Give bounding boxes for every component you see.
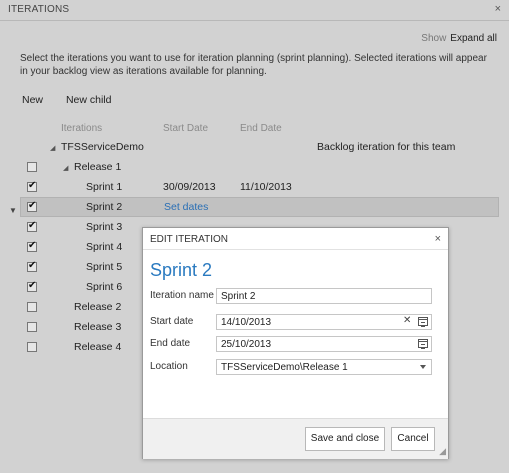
chevron-down-icon[interactable] bbox=[420, 365, 426, 369]
calendar-icon[interactable] bbox=[418, 339, 428, 349]
start-date-input[interactable]: 14/10/2013 ✕ bbox=[216, 314, 432, 330]
iteration-checkbox[interactable] bbox=[27, 200, 37, 212]
location-select[interactable]: TFSServiceDemo\Release 1 bbox=[216, 359, 432, 375]
panel-title: ITERATIONS bbox=[8, 4, 70, 15]
iteration-name-value: Sprint 2 bbox=[221, 291, 256, 302]
new-child-button[interactable]: New child bbox=[66, 94, 112, 106]
expand-triangle-icon[interactable]: ◢ bbox=[50, 144, 55, 152]
iteration-name-input[interactable]: Sprint 2 bbox=[216, 288, 432, 304]
cancel-button[interactable]: Cancel bbox=[391, 427, 435, 451]
location-label: Location bbox=[150, 361, 188, 372]
dialog-heading: Sprint 2 bbox=[150, 260, 213, 280]
root-note: Backlog iteration for this team bbox=[317, 141, 456, 153]
start-date-value: 14/10/2013 bbox=[221, 317, 272, 328]
iteration-checkbox[interactable] bbox=[27, 220, 37, 232]
iteration-checkbox[interactable] bbox=[27, 162, 37, 172]
end-date-input[interactable]: 25/10/2013 bbox=[216, 336, 432, 352]
dialog-title: EDIT ITERATION bbox=[150, 234, 228, 245]
divider bbox=[143, 249, 448, 250]
iteration-name: Release 3 bbox=[74, 321, 122, 333]
row-pointer-icon: ▼ bbox=[9, 206, 17, 215]
dialog-footer: Save and close Cancel ◢ bbox=[143, 418, 448, 459]
close-icon[interactable]: × bbox=[435, 233, 441, 245]
tree-row-selected[interactable]: Sprint 2 Set dates bbox=[20, 197, 499, 217]
calendar-icon[interactable] bbox=[418, 317, 428, 327]
iteration-checkbox[interactable] bbox=[27, 280, 37, 292]
column-header-iterations[interactable]: Iterations bbox=[61, 123, 102, 134]
close-icon[interactable]: × bbox=[495, 3, 501, 15]
new-button[interactable]: New bbox=[22, 94, 43, 106]
tree-row-root[interactable]: ◢ TFSServiceDemo Backlog iteration for t… bbox=[0, 138, 509, 158]
location-value: TFSServiceDemo\Release 1 bbox=[221, 362, 348, 373]
end-date-value: 25/10/2013 bbox=[221, 339, 272, 350]
iteration-checkbox[interactable] bbox=[27, 302, 37, 312]
title-bar: ITERATIONS × bbox=[0, 0, 509, 21]
iteration-checkbox[interactable] bbox=[27, 240, 37, 252]
iteration-start-date: 30/09/2013 bbox=[163, 181, 216, 193]
intro-text: Select the iterations you want to use fo… bbox=[20, 53, 487, 77]
start-date-label: Start date bbox=[150, 316, 194, 327]
show-filter: Show Expand all bbox=[421, 33, 497, 44]
edit-iteration-dialog: EDIT ITERATION × Sprint 2 Iteration name… bbox=[142, 227, 449, 459]
iteration-checkbox[interactable] bbox=[27, 260, 37, 272]
set-dates-link[interactable]: Set dates bbox=[164, 201, 208, 213]
iteration-checkbox[interactable] bbox=[27, 342, 37, 352]
iteration-name: Sprint 6 bbox=[86, 281, 123, 293]
iteration-name: Sprint 2 bbox=[86, 201, 123, 213]
iteration-name: Release 4 bbox=[74, 341, 122, 353]
iteration-name: Release 1 bbox=[74, 161, 122, 173]
show-label: Show bbox=[421, 33, 447, 44]
column-header-end-date[interactable]: End Date bbox=[240, 123, 282, 134]
iteration-name: Sprint 1 bbox=[86, 181, 123, 193]
iteration-name: Sprint 5 bbox=[86, 261, 123, 273]
end-date-label: End date bbox=[150, 338, 191, 349]
iteration-checkbox[interactable] bbox=[27, 322, 37, 332]
iteration-checkbox[interactable] bbox=[27, 180, 37, 192]
iteration-name: Sprint 3 bbox=[86, 221, 123, 233]
expand-triangle-icon[interactable]: ◢ bbox=[63, 164, 68, 172]
clear-icon[interactable]: ✕ bbox=[403, 315, 411, 326]
iteration-name: Sprint 4 bbox=[86, 241, 123, 253]
resize-grip-icon[interactable]: ◢ bbox=[439, 446, 446, 457]
tree-row[interactable]: Sprint 1 30/09/2013 11/10/2013 bbox=[0, 178, 509, 198]
root-label: TFSServiceDemo bbox=[61, 141, 144, 153]
column-header-start-date[interactable]: Start Date bbox=[163, 123, 208, 134]
save-and-close-button[interactable]: Save and close bbox=[305, 427, 385, 451]
iteration-end-date: 11/10/2013 bbox=[240, 181, 292, 193]
toolbar: New New child bbox=[22, 94, 131, 106]
iteration-name: Release 2 bbox=[74, 301, 122, 313]
tree-row[interactable]: ◢ Release 1 bbox=[0, 158, 509, 178]
expand-all-link[interactable]: Expand all bbox=[450, 33, 497, 44]
iteration-name-label: Iteration name bbox=[150, 290, 214, 301]
